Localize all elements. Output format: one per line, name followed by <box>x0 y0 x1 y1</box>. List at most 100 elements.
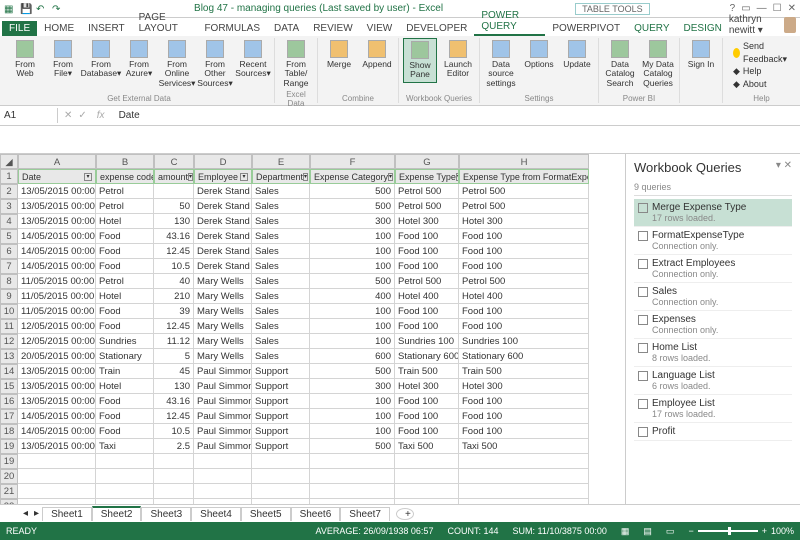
cell[interactable]: Sales <box>252 244 310 259</box>
cell[interactable]: 10.5 <box>154 259 194 274</box>
cell[interactable] <box>310 484 395 499</box>
redo-icon[interactable]: ↷ <box>52 4 62 14</box>
table-header[interactable]: Expense Type from FormatExpense▾ <box>459 169 589 184</box>
row-header-7[interactable]: 7 <box>0 259 18 274</box>
cell[interactable]: Paul Simmons <box>194 424 252 439</box>
cell[interactable]: Food 100 <box>459 424 589 439</box>
filter-icon[interactable]: ▾ <box>84 173 92 181</box>
cell[interactable]: Food 100 <box>395 424 459 439</box>
cell[interactable]: Petrol 500 <box>395 184 459 199</box>
row-header-16[interactable]: 16 <box>0 394 18 409</box>
cell[interactable] <box>252 499 310 504</box>
cell[interactable]: 14/05/2015 00:00 <box>18 424 96 439</box>
sheet-tab-sheet6[interactable]: Sheet6 <box>291 507 341 521</box>
cell[interactable] <box>18 499 96 504</box>
cell[interactable]: Food 100 <box>395 319 459 334</box>
row-header-19[interactable]: 19 <box>0 439 18 454</box>
sheet-tab-sheet4[interactable]: Sheet4 <box>191 507 241 521</box>
row-header-20[interactable]: 20 <box>0 469 18 484</box>
cell[interactable] <box>310 499 395 504</box>
cell[interactable]: Petrol <box>96 199 154 214</box>
ribbon-options-icon[interactable]: ▭ <box>741 3 750 14</box>
cell[interactable] <box>252 469 310 484</box>
tab-formulas[interactable]: FORMULAS <box>197 21 267 36</box>
select-all[interactable]: ◢ <box>0 154 18 169</box>
tab-home[interactable]: HOME <box>37 21 81 36</box>
cell[interactable] <box>252 454 310 469</box>
cell[interactable] <box>310 469 395 484</box>
cell[interactable]: Paul Simmons <box>194 394 252 409</box>
view-normal-icon[interactable]: ▦ <box>621 526 630 537</box>
enter-formula-icon[interactable]: ✓ <box>78 110 86 121</box>
cell[interactable]: Mary Wells <box>194 274 252 289</box>
cell[interactable]: 100 <box>310 244 395 259</box>
cell[interactable]: Paul Simmons <box>194 439 252 454</box>
cell[interactable]: Sundries 100 <box>459 334 589 349</box>
cell[interactable]: 600 <box>310 349 395 364</box>
cell[interactable]: Sales <box>252 214 310 229</box>
cell[interactable] <box>154 469 194 484</box>
cell[interactable]: Hotel <box>96 379 154 394</box>
tab-developer[interactable]: DEVELOPER <box>399 21 474 36</box>
query-item[interactable]: Language List6 rows loaded. <box>634 367 792 395</box>
cell[interactable]: 100 <box>310 229 395 244</box>
row-header-3[interactable]: 3 <box>0 199 18 214</box>
cell[interactable]: Food 100 <box>459 259 589 274</box>
cell[interactable]: 14/05/2015 00:00 <box>18 229 96 244</box>
ribbon-my-data-catalog-queries[interactable]: My Data Catalog Queries <box>641 38 675 90</box>
cell[interactable]: Petrol <box>96 184 154 199</box>
col-header-E[interactable]: E <box>252 154 310 169</box>
cell[interactable]: Food 100 <box>395 259 459 274</box>
cell[interactable]: 43.16 <box>154 394 194 409</box>
help-about[interactable]: ◆About <box>733 78 790 91</box>
cell[interactable]: Petrol 500 <box>459 274 589 289</box>
cell[interactable]: 39 <box>154 304 194 319</box>
cell[interactable]: Sales <box>252 289 310 304</box>
row-header-9[interactable]: 9 <box>0 289 18 304</box>
col-header-F[interactable]: F <box>310 154 395 169</box>
cell[interactable]: Paul Simmons <box>194 409 252 424</box>
col-header-A[interactable]: A <box>18 154 96 169</box>
cell[interactable]: Petrol <box>96 274 154 289</box>
cell[interactable]: 400 <box>310 289 395 304</box>
ribbon-options[interactable]: Options <box>522 38 556 90</box>
tab-power-query[interactable]: POWER QUERY <box>474 8 545 36</box>
cell[interactable]: Hotel <box>96 289 154 304</box>
cell[interactable]: 11.12 <box>154 334 194 349</box>
row-header-13[interactable]: 13 <box>0 349 18 364</box>
cell[interactable]: Derek Stand <box>194 214 252 229</box>
cell[interactable]: Hotel <box>96 214 154 229</box>
cell[interactable]: 45 <box>154 364 194 379</box>
query-item[interactable]: FormatExpenseTypeConnection only. <box>634 227 792 255</box>
cell[interactable]: Food 100 <box>459 319 589 334</box>
sheet-tab-sheet2[interactable]: Sheet2 <box>92 506 142 521</box>
query-item[interactable]: Extract EmployeesConnection only. <box>634 255 792 283</box>
cell[interactable]: Derek Stand <box>194 184 252 199</box>
cell[interactable]: Derek Stand <box>194 229 252 244</box>
cell[interactable]: 100 <box>310 304 395 319</box>
cell[interactable]: Food 100 <box>395 409 459 424</box>
cell[interactable]: Food 100 <box>459 394 589 409</box>
cell[interactable]: 100 <box>310 259 395 274</box>
ribbon-from-database-[interactable]: From Database▾ <box>84 38 118 90</box>
cell[interactable] <box>96 499 154 504</box>
cell[interactable]: 13/05/2015 00:00 <box>18 214 96 229</box>
cell[interactable] <box>395 454 459 469</box>
row-header-1[interactable]: 1 <box>0 169 18 184</box>
cell[interactable]: 2.5 <box>154 439 194 454</box>
cell[interactable]: 100 <box>310 394 395 409</box>
cell[interactable]: 11/05/2015 00:00 <box>18 304 96 319</box>
tab-page-layout[interactable]: PAGE LAYOUT <box>132 10 198 36</box>
cell[interactable]: Food 100 <box>395 229 459 244</box>
cell[interactable] <box>96 484 154 499</box>
ribbon-from-web[interactable]: From Web <box>8 38 42 90</box>
tab-data[interactable]: DATA <box>267 21 306 36</box>
cell[interactable]: Food 100 <box>459 304 589 319</box>
cell[interactable]: Sales <box>252 199 310 214</box>
cell[interactable]: Stationary <box>96 349 154 364</box>
cell[interactable]: 14/05/2015 00:00 <box>18 409 96 424</box>
cell[interactable]: 100 <box>310 424 395 439</box>
col-header-B[interactable]: B <box>96 154 154 169</box>
help-send-feedback-[interactable]: Send Feedback▾ <box>733 40 790 65</box>
cell[interactable]: Food <box>96 259 154 274</box>
